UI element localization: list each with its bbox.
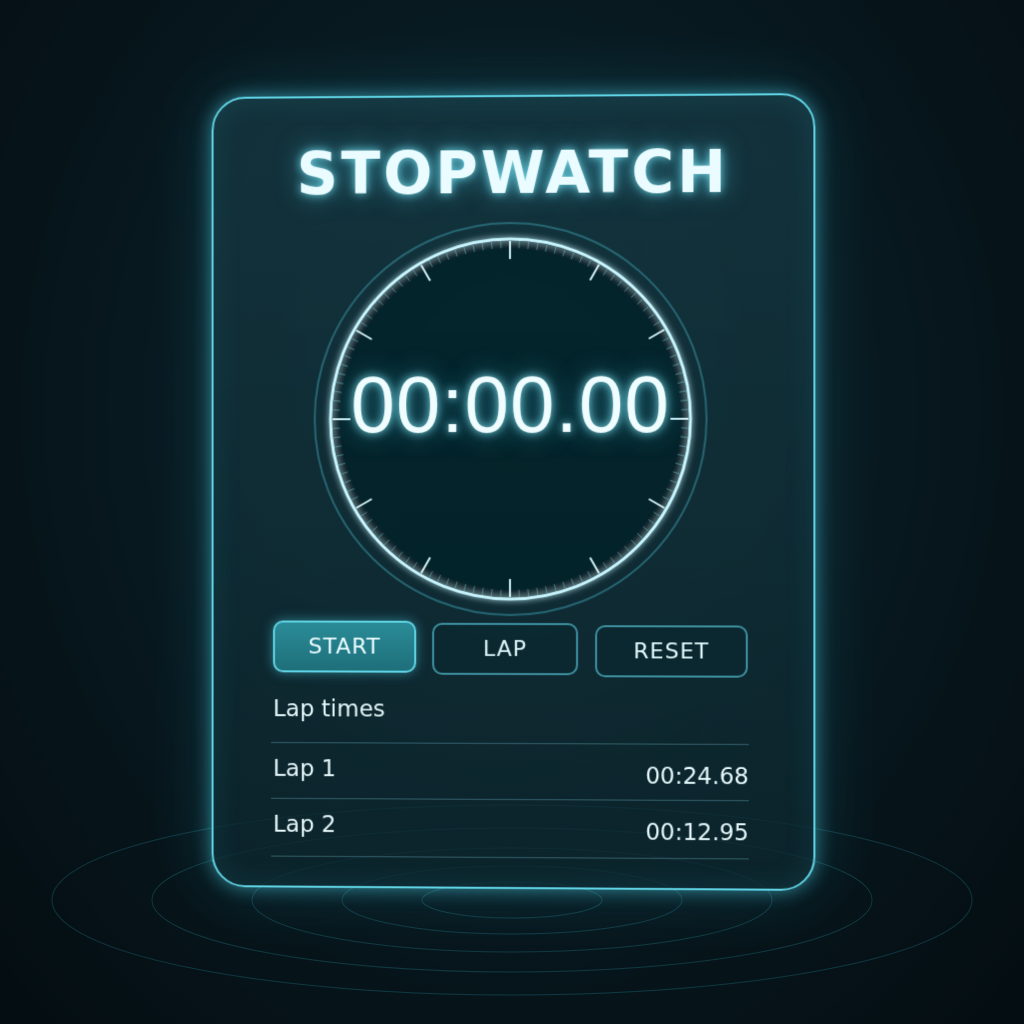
app-title: STOPWATCH: [296, 137, 729, 209]
lap-button[interactable]: LAP: [432, 622, 579, 676]
scene: STOPWATCH 00:00.00 START LAP RESET Lap t…: [0, 0, 1024, 1024]
lap-row-divider: [271, 797, 749, 802]
stopwatch-panel: STOPWATCH 00:00.00 START LAP RESET Lap t…: [211, 93, 816, 891]
lap-row: Lap 2 00:12.95: [273, 812, 749, 855]
lap-list-divider: [271, 742, 749, 745]
lap-time: 00:12.95: [645, 819, 749, 847]
lap-time: 00:24.68: [645, 763, 749, 791]
lap-row: Lap 1 00:24.68: [273, 756, 749, 798]
lap-times-heading: Lap times: [273, 696, 386, 723]
lap-label: Lap 2: [273, 811, 337, 839]
start-button[interactable]: START: [273, 620, 417, 673]
reset-button[interactable]: RESET: [595, 625, 748, 678]
lap-row-divider: [271, 855, 749, 860]
lap-label: Lap 1: [273, 755, 337, 783]
time-display: 00:00.00: [350, 359, 671, 450]
